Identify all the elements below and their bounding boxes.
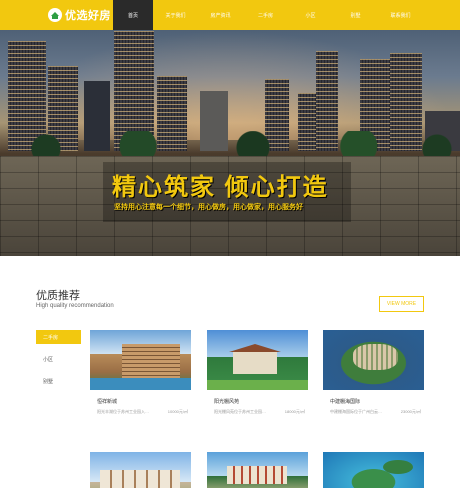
photo-complex xyxy=(227,466,287,484)
hero-slogan: 精心筑家 倾心打造 xyxy=(112,174,329,201)
photo-island xyxy=(383,460,413,474)
nav-item-contact[interactable]: 联系我们 xyxy=(378,0,423,30)
property-name[interactable]: 阳光棚风苑 xyxy=(214,398,239,405)
house-logo-icon xyxy=(48,8,62,22)
nav-item-about[interactable]: 关于我们 xyxy=(153,0,198,30)
property-price: 18000元/㎡ xyxy=(284,409,305,414)
property-photo[interactable] xyxy=(90,452,191,488)
property-card[interactable]: 恒祥新城 阳光丰湖位于苏州工业园入… 10000元/㎡ xyxy=(90,330,191,414)
view-more-button[interactable]: VIEW MORE xyxy=(379,296,424,312)
nav-item-news[interactable]: 房产资讯 xyxy=(198,0,243,30)
main-nav: 首页 关于我们 房产资讯 二手房 小区 别墅 联系我们 xyxy=(113,0,423,30)
photo-pool xyxy=(90,378,191,390)
property-photo[interactable] xyxy=(207,330,308,390)
photo-town xyxy=(353,344,398,370)
property-card[interactable] xyxy=(90,452,191,488)
property-photo[interactable] xyxy=(90,330,191,390)
photo-house xyxy=(229,344,281,374)
photo-villas xyxy=(100,470,180,488)
property-name[interactable]: 中建棚海国际 xyxy=(330,398,360,405)
nav-item-home[interactable]: 首页 xyxy=(113,0,153,30)
property-photo[interactable] xyxy=(207,452,308,488)
property-card[interactable] xyxy=(323,452,424,488)
property-card[interactable]: 阳光棚风苑 阳光棚风苑位于苏州工业园… 18000元/㎡ xyxy=(207,330,308,414)
filter-villa[interactable]: 别墅 xyxy=(36,374,81,388)
property-address: 阳光丰湖位于苏州工业园入… xyxy=(97,409,149,414)
filter-secondhand[interactable]: 二手房 xyxy=(36,330,81,344)
property-address: 阳光棚风苑位于苏州工业园… xyxy=(214,409,266,414)
nav-item-secondhand[interactable]: 二手房 xyxy=(243,0,288,30)
property-photo[interactable] xyxy=(323,330,424,390)
category-filters: 二手房 小区 别墅 xyxy=(36,330,81,396)
hero-banner: 精心筑家 倾心打造 坚持用心注意每一个细节，用心做房，用心做家，用心服务好 xyxy=(0,0,460,256)
section-title: 优质推荐 xyxy=(36,290,80,302)
photo-building xyxy=(122,344,180,378)
filter-community[interactable]: 小区 xyxy=(36,352,81,366)
property-price: 23000元/㎡ xyxy=(400,409,421,414)
nav-item-community[interactable]: 小区 xyxy=(288,0,333,30)
logo-text: 优选好房 xyxy=(65,10,111,22)
nav-item-villa[interactable]: 别墅 xyxy=(333,0,378,30)
hero-subline: 坚持用心注意每一个细节，用心做房，用心做家，用心服务好 xyxy=(114,204,303,211)
top-nav-bar: 优选好房 首页 关于我们 房产资讯 二手房 小区 别墅 联系我们 xyxy=(0,0,460,30)
property-card[interactable]: 中建棚海国际 中建棚海国际位于广州白云… 23000元/㎡ xyxy=(323,330,424,414)
property-photo[interactable] xyxy=(323,452,424,488)
property-address: 中建棚海国际位于广州白云… xyxy=(330,409,382,414)
property-price: 10000元/㎡ xyxy=(167,409,188,414)
property-name[interactable]: 恒祥新城 xyxy=(97,398,117,405)
photo-lawn xyxy=(207,380,308,390)
property-card[interactable] xyxy=(207,452,308,488)
section-subtitle: High quality recommendation xyxy=(36,303,114,309)
site-logo[interactable]: 优选好房 xyxy=(48,6,111,24)
